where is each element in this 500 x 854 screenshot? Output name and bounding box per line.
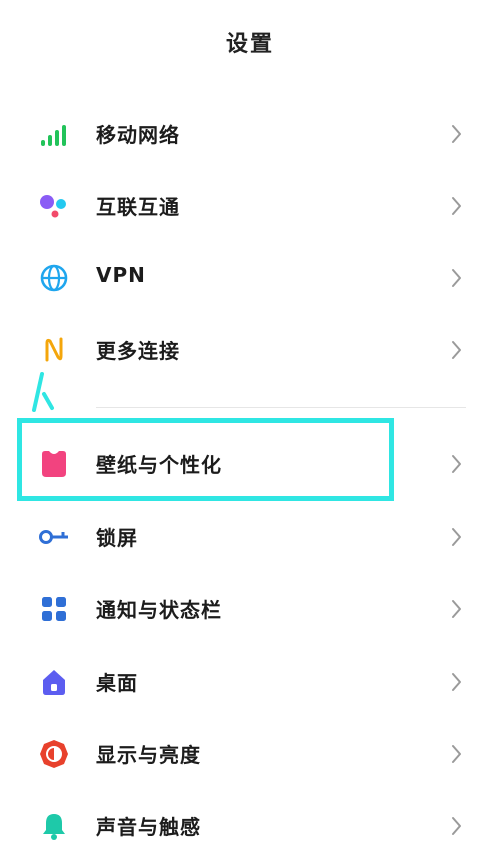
settings-item-label: 桌面 <box>96 671 138 695</box>
annotation-scribble <box>32 372 54 412</box>
dots-connect-icon <box>38 192 70 220</box>
signal-bars-icon <box>38 120 70 148</box>
settings-item-label: 显示与亮度 <box>96 743 201 767</box>
settings-item-more-connections[interactable]: 更多连接 <box>0 322 500 378</box>
settings-item-mobile-network[interactable]: 移动网络 <box>0 106 500 162</box>
chevron-right-icon <box>446 264 466 292</box>
settings-item-desktop[interactable]: 桌面 <box>0 654 500 710</box>
settings-item-label: 互联互通 <box>96 195 180 219</box>
settings-item-label: 通知与状态栏 <box>96 598 222 622</box>
settings-item-sound-haptics[interactable]: 声音与触感 <box>0 798 500 854</box>
settings-item-label: VPN <box>96 263 146 287</box>
settings-item-label: 移动网络 <box>96 123 180 147</box>
chevron-right-icon <box>446 450 466 478</box>
key-icon <box>38 523 70 551</box>
chevron-right-icon <box>446 740 466 768</box>
settings-item-display-brightness[interactable]: 显示与亮度 <box>0 726 500 782</box>
chevron-right-icon <box>446 668 466 696</box>
chevron-right-icon <box>446 595 466 623</box>
annotation-highlight-box <box>17 418 394 501</box>
chevron-right-icon <box>446 336 466 364</box>
nfc-icon <box>38 336 70 364</box>
page-title: 设置 <box>225 32 274 57</box>
section-divider <box>96 407 466 408</box>
brightness-icon <box>38 740 70 768</box>
globe-icon <box>38 264 70 292</box>
chevron-right-icon <box>446 192 466 220</box>
chevron-right-icon <box>446 120 466 148</box>
settings-item-label: 声音与触感 <box>96 815 201 839</box>
bell-icon <box>38 812 70 840</box>
settings-item-notifications-status-bar[interactable]: 通知与状态栏 <box>0 581 500 637</box>
settings-item-lock-screen[interactable]: 锁屏 <box>0 509 500 565</box>
settings-item-vpn[interactable]: VPN <box>0 250 500 306</box>
settings-item-interconnect[interactable]: 互联互通 <box>0 178 500 234</box>
settings-item-label: 更多连接 <box>96 339 180 363</box>
home-icon <box>38 668 70 696</box>
chevron-right-icon <box>446 523 466 551</box>
grid-icon <box>38 595 70 623</box>
settings-item-label: 锁屏 <box>96 526 138 550</box>
chevron-right-icon <box>446 812 466 840</box>
